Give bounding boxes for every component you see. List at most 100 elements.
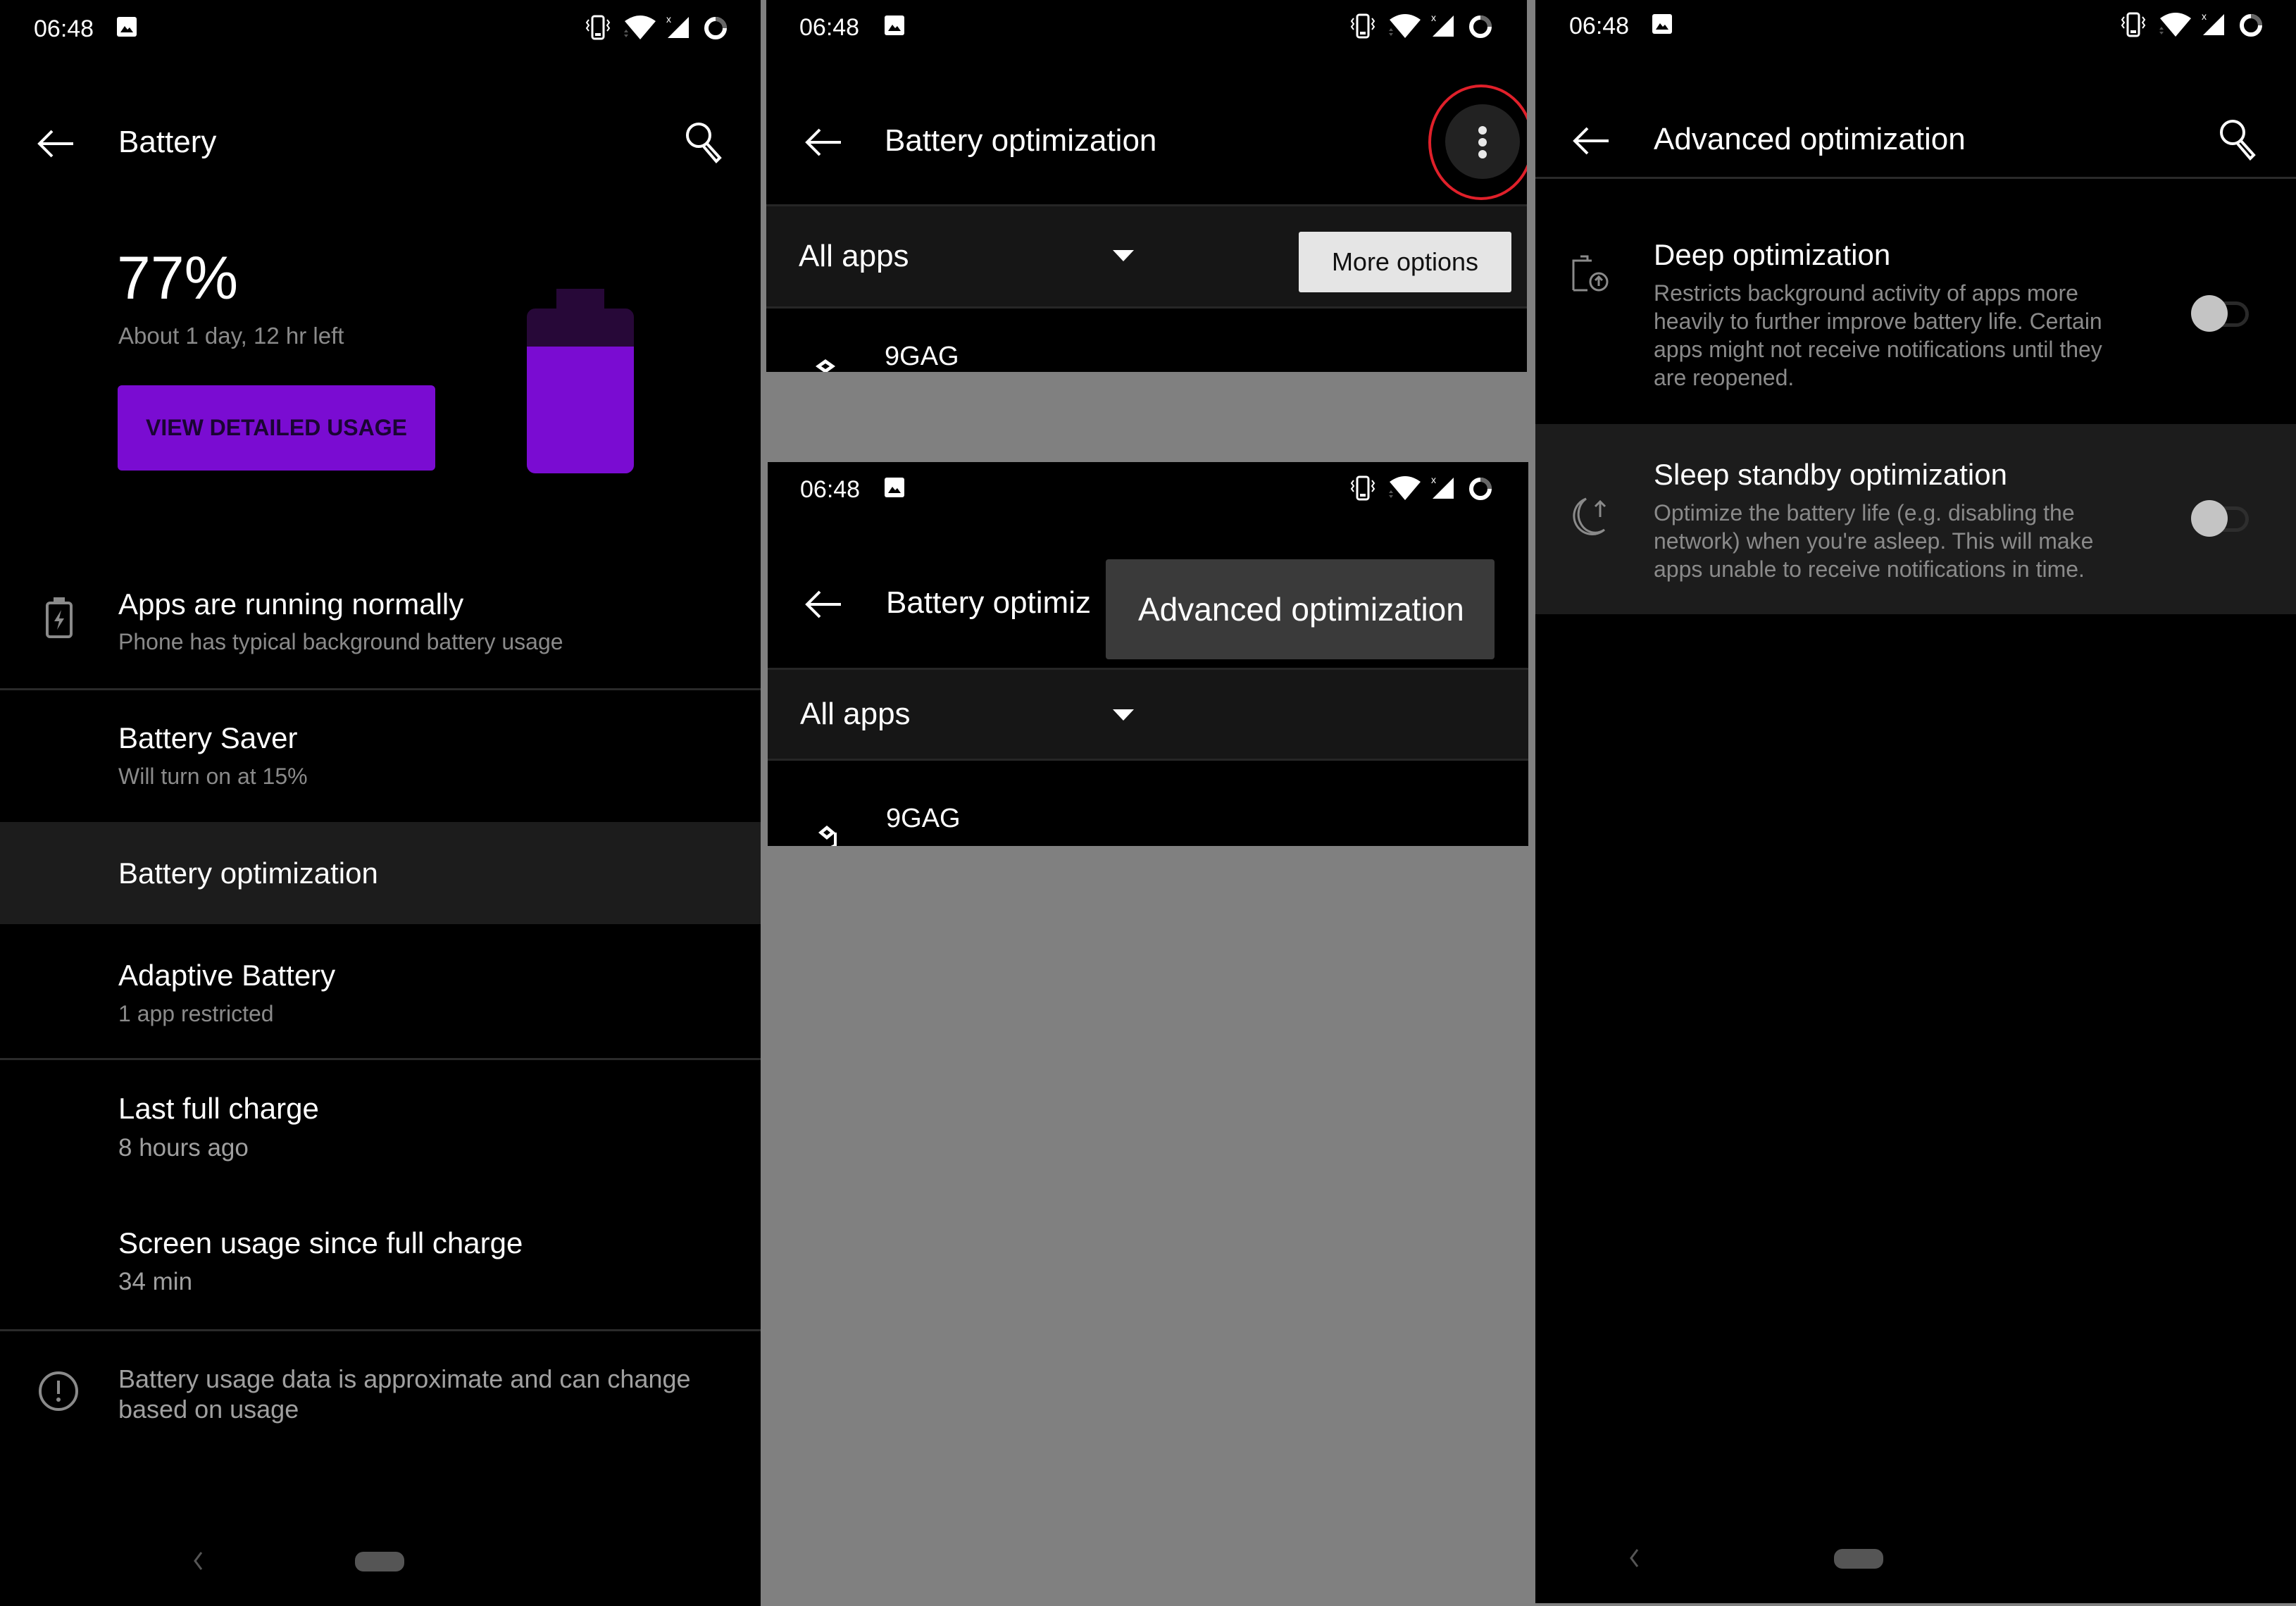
back-arrow-icon[interactable] — [804, 590, 842, 618]
item-adaptive-battery-title[interactable]: Adaptive Battery — [118, 959, 335, 992]
image-notification-icon — [885, 478, 904, 497]
item-battery-optimization-title[interactable]: Battery optimization — [118, 857, 378, 890]
search-icon[interactable] — [2219, 118, 2258, 163]
filter-bar: All apps More options — [766, 204, 1527, 309]
app-name[interactable]: 9GAG — [886, 804, 961, 834]
setting-description: Optimize the battery life (e.g. disablin… — [1654, 499, 2147, 583]
info-icon — [39, 1371, 78, 1411]
back-arrow-icon[interactable] — [37, 130, 75, 158]
wifi-icon — [624, 15, 656, 39]
desc-line: Optimize the battery life (e.g. disablin… — [1654, 500, 2075, 525]
wifi-icon — [1389, 14, 1421, 38]
svg-text:x: x — [1431, 474, 1436, 485]
item-battery-optimization[interactable] — [0, 822, 761, 924]
nav-home-pill[interactable] — [1834, 1549, 1883, 1569]
info-text-line1: Battery usage data is approximate and ca… — [118, 1364, 691, 1393]
battery-ring-icon — [2240, 14, 2262, 37]
battery-fill — [527, 347, 634, 473]
app-9gag-icon — [816, 359, 835, 372]
setting-description: Restricts background activity of apps mo… — [1654, 279, 2147, 392]
svg-text:x: x — [1431, 12, 1436, 23]
image-notification-icon — [885, 15, 904, 35]
info-text-line2: based on usage — [118, 1395, 299, 1424]
filter-select[interactable]: All apps — [800, 697, 911, 732]
filter-bar: All apps — [768, 668, 1528, 761]
status-time: 06:48 — [34, 15, 94, 42]
view-detailed-usage-button[interactable]: VIEW DETAILED USAGE — [118, 385, 435, 471]
nav-home-pill[interactable] — [355, 1552, 404, 1571]
image-notification-icon — [1652, 14, 1672, 34]
page-title: Battery — [118, 125, 217, 159]
moon-upload-icon — [1573, 497, 1606, 535]
desc-line: heavily to further improve battery life.… — [1654, 309, 2102, 334]
item-adaptive-battery-subtitle: 1 app restricted — [118, 1001, 274, 1026]
image-notification-icon — [117, 17, 137, 37]
vibrate-icon — [2121, 12, 2146, 37]
deep-optimization-toggle[interactable] — [2191, 294, 2254, 336]
battery-cap — [556, 289, 604, 310]
status-time: 06:48 — [799, 14, 860, 41]
vibrate-icon — [1350, 475, 1375, 501]
nav-back-icon[interactable] — [1629, 1548, 1639, 1568]
item-last-full-charge-title: Last full charge — [118, 1092, 319, 1125]
filter-select[interactable]: All apps — [799, 239, 909, 274]
desc-line: network) when you're asleep. This will m… — [1654, 528, 2094, 554]
nav-back-icon[interactable] — [193, 1551, 203, 1571]
page-title: Battery optimiz — [886, 585, 1091, 620]
battery-level-graphic — [527, 289, 634, 473]
toggle-thumb — [2191, 500, 2228, 537]
divider — [0, 1329, 761, 1331]
search-icon[interactable] — [685, 121, 724, 166]
status-time: 06:48 — [1569, 13, 1630, 39]
sleep-standby-toggle[interactable] — [2191, 499, 2254, 541]
svg-text:x: x — [666, 13, 671, 25]
more-options-button[interactable]: More options — [1299, 232, 1511, 292]
app-9gag-icon — [818, 826, 837, 846]
signal-icon: x — [666, 13, 689, 38]
item-apps-running-subtitle: Phone has typical background battery usa… — [118, 629, 563, 654]
battery-ring-icon — [1469, 478, 1492, 500]
battery-optimization-menu-screen: 06:48 x Battery optimiz All apps Advance… — [768, 462, 1528, 846]
item-battery-saver-subtitle: Will turn on at 15% — [118, 764, 308, 789]
wifi-icon — [2159, 13, 2191, 37]
setting-title: Deep optimization — [1654, 238, 1891, 271]
vibrate-icon — [1350, 13, 1375, 39]
desc-line: Restricts background activity of apps mo… — [1654, 280, 2078, 306]
battery-screen: 06:48 x Battery 77% About 1 day, 12 hr l… — [0, 0, 761, 1606]
signal-icon: x — [2202, 11, 2224, 35]
wifi-icon — [1389, 476, 1421, 500]
item-battery-saver-title[interactable]: Battery Saver — [118, 721, 297, 755]
item-screen-usage-title: Screen usage since full charge — [118, 1226, 523, 1259]
battery-optimization-screen: 06:48 x Battery optimization All apps Mo… — [766, 0, 1527, 372]
dropdown-arrow-icon[interactable] — [1113, 709, 1134, 722]
battery-boost-icon — [1572, 255, 1609, 292]
vibrate-icon — [585, 15, 611, 40]
item-screen-usage-value: 34 min — [118, 1268, 193, 1295]
battery-ring-icon — [704, 17, 727, 39]
highlight-annotation-circle — [1428, 85, 1527, 200]
signal-icon: x — [1431, 12, 1454, 37]
toggle-thumb — [2191, 295, 2228, 332]
page-title: Battery optimization — [885, 123, 1157, 158]
app-name[interactable]: 9GAG — [885, 342, 959, 372]
desc-line: are reopened. — [1654, 365, 1795, 390]
back-arrow-icon[interactable] — [1572, 127, 1610, 155]
signal-icon: x — [1431, 474, 1454, 499]
status-time: 06:48 — [800, 476, 861, 503]
battery-charging-icon — [46, 597, 73, 638]
advanced-optimization-screen: 06:48 x Advanced optimization Deep optim… — [1535, 0, 2296, 1603]
item-apps-running-title[interactable]: Apps are running normally — [118, 587, 463, 621]
battery-percent: 77% — [117, 244, 239, 312]
desc-line: apps might not receive notifications unt… — [1654, 337, 2102, 362]
page-title: Advanced optimization — [1654, 122, 1966, 156]
desc-line: apps unable to receive notifications in … — [1654, 556, 2085, 582]
battery-ring-icon — [1469, 15, 1492, 38]
svg-text:x: x — [2202, 11, 2207, 22]
item-last-full-charge-value: 8 hours ago — [118, 1134, 249, 1162]
back-arrow-icon[interactable] — [804, 128, 842, 156]
setting-title: Sleep standby optimization — [1654, 458, 2007, 491]
overflow-menu-item-advanced-optimization[interactable]: Advanced optimization — [1106, 559, 1495, 659]
battery-time-left: About 1 day, 12 hr left — [118, 323, 344, 349]
dropdown-arrow-icon[interactable] — [1113, 250, 1134, 263]
divider — [0, 1058, 761, 1060]
